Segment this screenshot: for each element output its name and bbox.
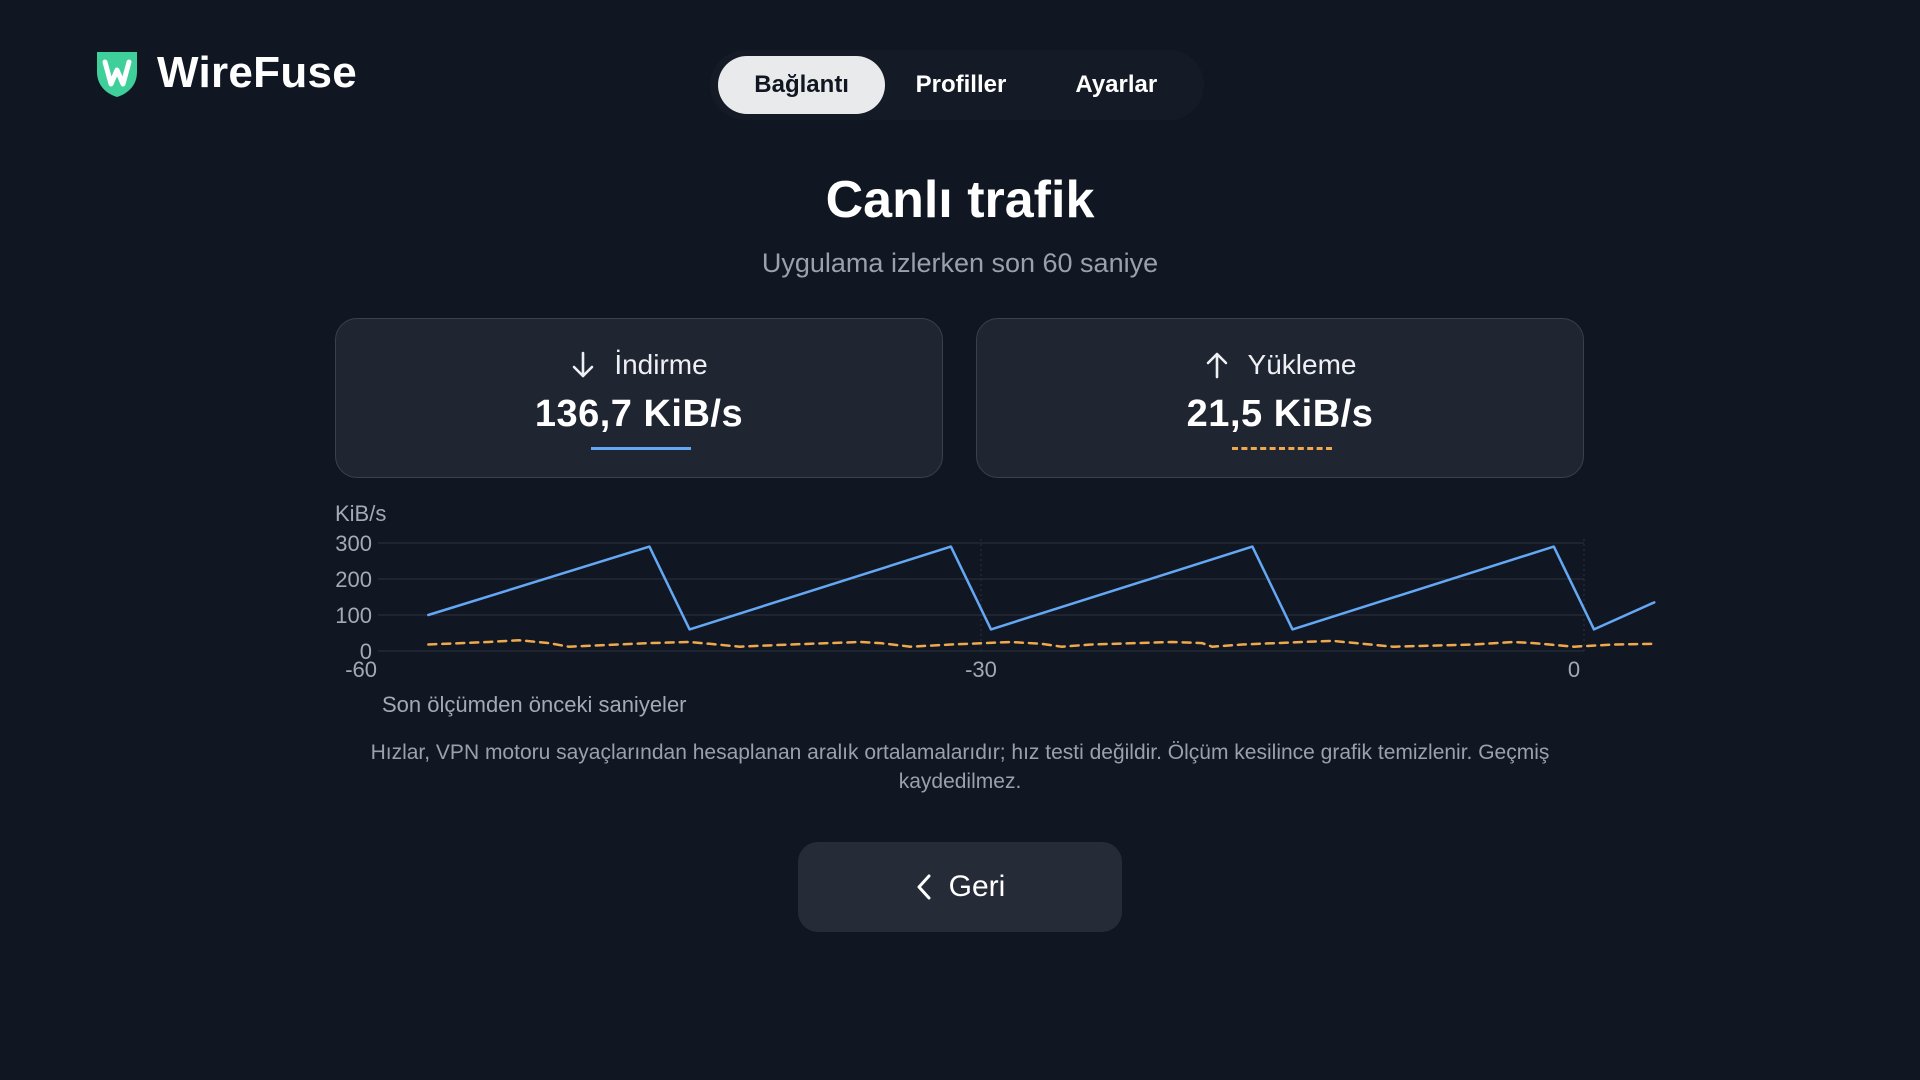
download-legend-line [591, 447, 691, 450]
traffic-chart: 300 200 100 0 -60 -30 0 KiB/s Son ölçümden öncek… [330, 495, 1656, 725]
info-note: Hızlar, VPN motoru sayaçlarından hesapla… [370, 741, 1550, 793]
y-tick-label: 300 [335, 531, 372, 556]
arrow-down-icon [573, 351, 594, 378]
y-axis-label: KiB/s [335, 501, 386, 526]
x-tick-label: 0 [1568, 657, 1580, 682]
page-subtitle: Uygulama izlerken son 60 saniye [761, 248, 1159, 278]
x-tick-label: -30 [965, 657, 997, 682]
back-button[interactable]: Geri [798, 842, 1122, 932]
traffic-screen: WireFuse Bağlantı Profiller Ayarlar Canl… [0, 0, 1920, 1080]
tab-baglanti[interactable]: Bağlantı [718, 56, 886, 114]
back-button-label: Geri [948, 870, 1006, 903]
download-label-row: İndirme [336, 349, 942, 381]
upload-card: Yükleme 21,5 KiB/s [976, 318, 1584, 478]
download-value: 136,7 KiB/s [534, 393, 744, 435]
x-tick-label: -60 [345, 657, 377, 682]
download-series-line [427, 545, 1656, 631]
wirefuse-logo-icon [97, 52, 137, 97]
page-title: Canlı trafik [825, 171, 1095, 229]
chevron-left-icon [917, 874, 931, 900]
arrow-up-icon [1206, 352, 1227, 379]
brand: WireFuse [93, 48, 357, 98]
x-axis-label: Son ölçümden önceki saniyeler [382, 692, 687, 717]
upload-legend-line [1232, 447, 1332, 450]
tab-bar: Bağlantı Profiller Ayarlar [710, 50, 1204, 120]
tab-profiller[interactable]: Profiller [885, 56, 1036, 114]
y-tick-label: 200 [335, 567, 372, 592]
brand-name: WireFuse [157, 48, 358, 97]
download-label: İndirme [614, 349, 708, 380]
upload-series-line [427, 638, 1656, 648]
download-card: İndirme 136,7 KiB/s [335, 318, 943, 478]
upload-label: Yükleme [1247, 349, 1357, 380]
upload-value: 21,5 KiB/s [1186, 393, 1374, 435]
y-tick-label: 100 [335, 603, 372, 628]
tab-ayarlar[interactable]: Ayarlar [1037, 56, 1196, 114]
traffic-chart-svg: 3002001000-60 -30 0KiB/sSon ölçümden öncek… [335, 501, 1656, 717]
upload-label-row: Yükleme [977, 349, 1583, 381]
